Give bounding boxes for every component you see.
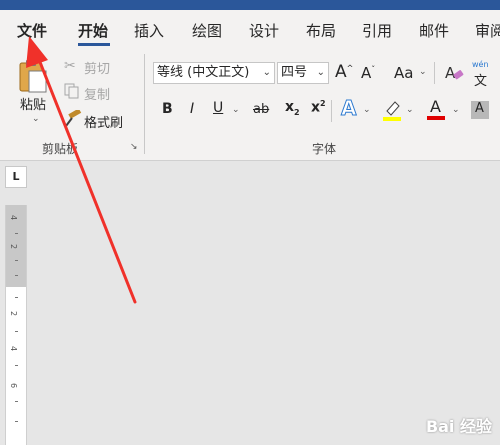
watermark: Bai 经验 [425,417,492,436]
annotation-arrow [26,36,137,304]
